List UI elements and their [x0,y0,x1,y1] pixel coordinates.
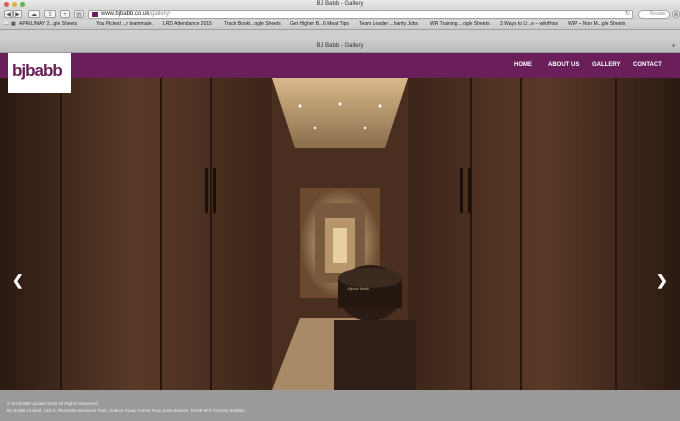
history-button[interactable]: ▤ [74,10,84,18]
new-tab-icon[interactable]: + [671,40,676,52]
bookmark-item[interactable]: APRIL/MAY 2...gle Sheets [19,20,77,29]
site-footer: © BJ BABB Limited 2015 All Rights Reserv… [0,390,680,421]
zoom-window-icon[interactable] [20,2,25,7]
reload-icon[interactable]: ↻ [625,11,630,18]
footer-address: BJ BABB Limited, Unit 2, Riverside Busin… [7,408,246,413]
nav-item-contact[interactable]: CONTACT [633,53,662,78]
hat-box-label: Bijoux babb [348,286,369,291]
share-button[interactable]: ⇪ [44,10,56,18]
bookmark-item[interactable]: Track Booki...ogle Sheets [224,20,281,29]
nav-item-home[interactable]: HOME [514,53,532,78]
back-button[interactable]: ◀ [4,10,13,18]
reader-button[interactable]: Reader [638,10,670,19]
close-window-icon[interactable] [4,2,9,7]
tab-bar: BJ Babb - Gallery + [0,40,680,53]
bookmarks-icon[interactable]: 📖 [3,20,9,29]
bookmark-item[interactable]: Get Higher B...6 Meat Tips [290,20,349,29]
top-sites-icon[interactable]: ▦ [11,20,16,29]
corridor-photo [0,78,680,390]
bookmark-item[interactable]: Team Leader ...harity Jobs [359,20,418,29]
cloud-tabs-button[interactable]: ☁ [28,10,40,18]
add-bookmark-button[interactable]: + [60,10,70,18]
bookmark-item[interactable]: WR Training ...ogle Sheets [430,20,489,29]
site-logo[interactable]: bjbabb [8,53,71,93]
logo-text: bjbabb [12,61,63,80]
nav-item-gallery[interactable]: GALLERY [592,53,620,78]
minimize-window-icon[interactable] [12,2,17,7]
bookmark-item[interactable]: 3 Ways to U...e – wikiHow [500,20,558,29]
url-path: /gallery/ [149,11,171,17]
next-slide-arrow-icon[interactable]: ❯ [656,272,668,289]
downloads-button[interactable]: ⊕ [672,10,680,18]
bookmark-item[interactable]: WIP – Non M...gle Sheets [568,20,625,29]
forward-button[interactable]: ▶ [13,10,22,18]
footer-copyright: © BJ BABB Limited 2015 All Rights Reserv… [7,401,98,406]
bookmark-item[interactable]: You Picked ...r teammate. [96,20,153,29]
bookmarks-bar-gap [0,30,680,40]
browser-toolbar: ◀ ▶ ☁ ⇪ + ▤ www.bjbabb.co.uk/gallery/ ↻ … [0,9,680,20]
address-bar[interactable]: www.bjbabb.co.uk/gallery/ ↻ [88,10,633,19]
window-title: BJ Babb - Gallery [316,1,364,7]
gallery-hero-image: Bijoux babb [0,78,680,390]
nav-item-about-us[interactable]: ABOUT US [548,53,579,78]
bookmarks-bar: 📖 ▦ APRIL/MAY 2...gle Sheets You Picked .… [0,20,680,30]
site-favicon-icon [92,12,98,17]
tab-title[interactable]: BJ Babb - Gallery [316,43,363,49]
url-domain: www.bjbabb.co.uk [101,11,150,17]
previous-slide-arrow-icon[interactable]: ❮ [12,272,24,289]
bookmark-item[interactable]: LRD Attendance 2015 [163,20,212,29]
